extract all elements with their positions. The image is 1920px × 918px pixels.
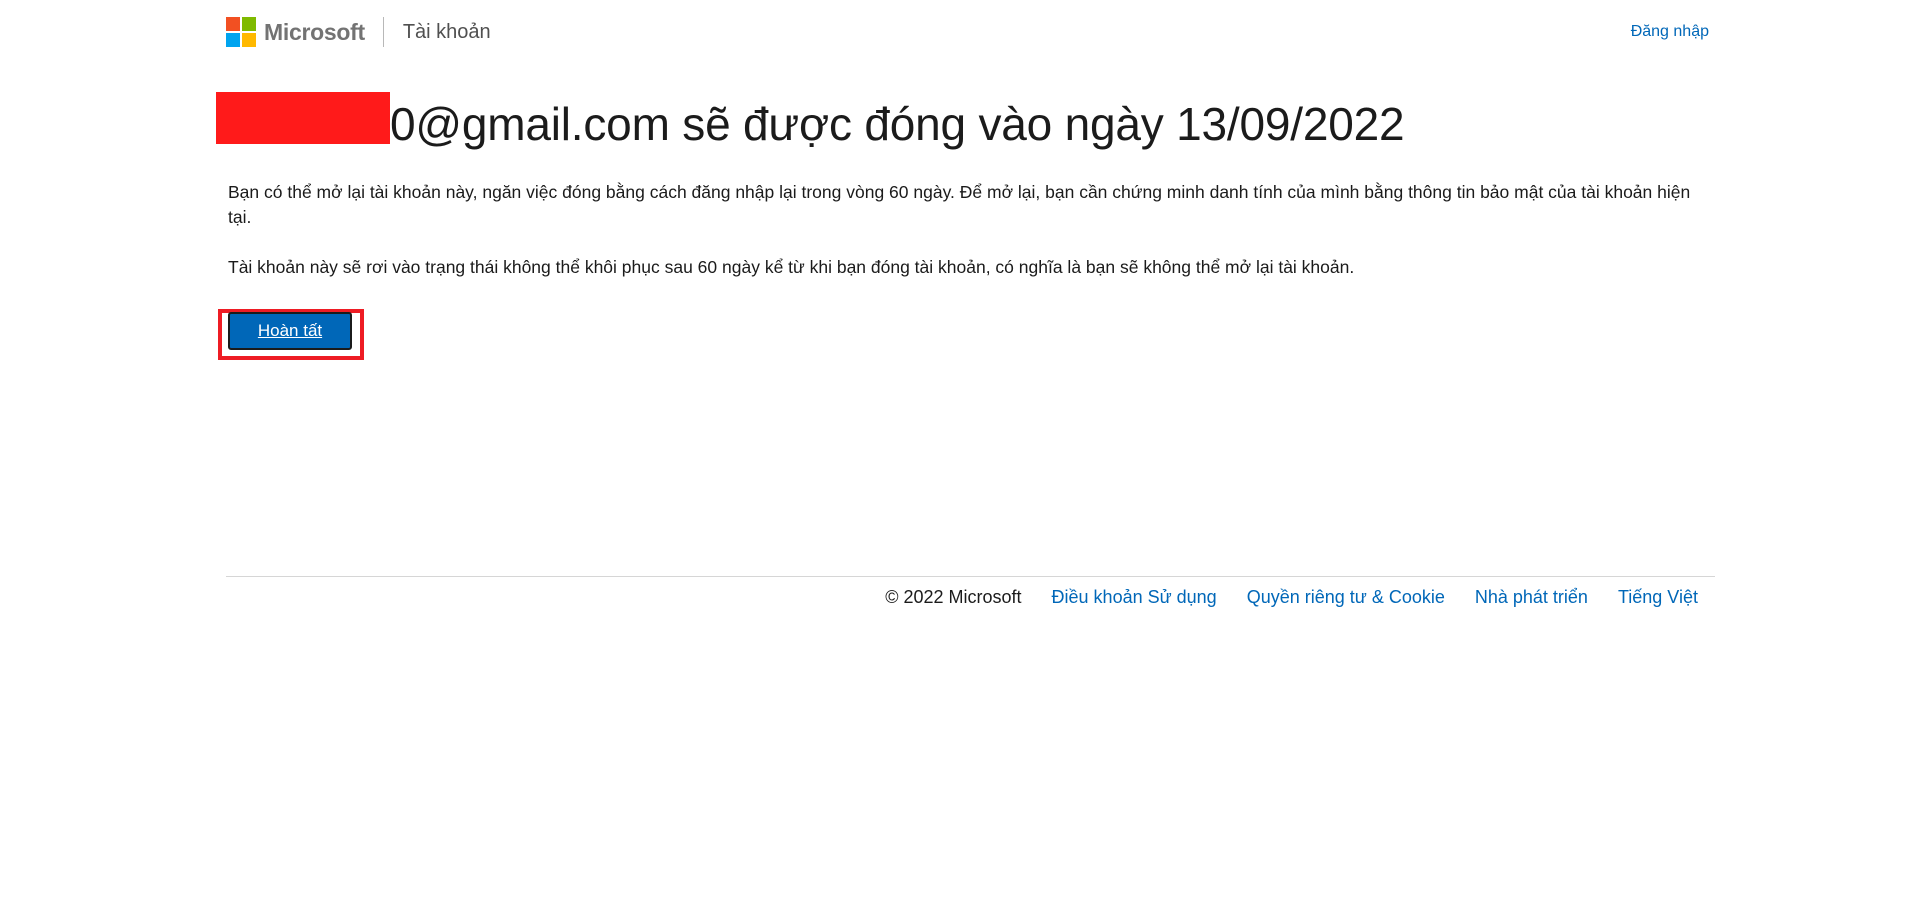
- info-paragraph-2: Tài khoản này sẽ rơi vào trạng thái khôn…: [228, 257, 1355, 277]
- brand-name: Microsoft: [264, 18, 365, 45]
- microsoft-logo-icon: [226, 17, 256, 47]
- section-name: Tài khoản: [402, 20, 491, 43]
- footer-link-privacy[interactable]: Quyền riêng tư & Cookie: [1247, 587, 1445, 608]
- footer-link-language[interactable]: Tiếng Việt: [1618, 587, 1698, 608]
- page: Microsoft Tài khoản Đăng nhập 0@gmail.co…: [0, 0, 1920, 918]
- microsoft-home-link[interactable]: Microsoft: [226, 17, 365, 47]
- body-text: Bạn có thể mở lại tài khoản này, ngăn vi…: [228, 180, 1715, 305]
- footer: © 2022 Microsoft Điều khoản Sử dụng Quyề…: [885, 584, 1698, 610]
- footer-divider: [226, 576, 1715, 577]
- footer-link-developers[interactable]: Nhà phát triển: [1475, 587, 1588, 608]
- copyright-text: © 2022 Microsoft: [885, 586, 1022, 607]
- header: Microsoft Tài khoản Đăng nhập: [226, 14, 1715, 50]
- redaction-box: [216, 92, 390, 144]
- page-title: 0@gmail.com sẽ được đóng vào ngày 13/09/…: [390, 98, 1405, 150]
- header-divider: [382, 17, 384, 47]
- info-paragraph-1: Bạn có thể mở lại tài khoản này, ngăn vi…: [228, 182, 1691, 227]
- signin-link[interactable]: Đăng nhập: [1631, 23, 1709, 41]
- page-title-wrap: 0@gmail.com sẽ được đóng vào ngày 13/09/…: [216, 92, 1405, 156]
- footer-link-terms[interactable]: Điều khoản Sử dụng: [1052, 587, 1217, 608]
- done-button[interactable]: Hoàn tất: [228, 312, 352, 350]
